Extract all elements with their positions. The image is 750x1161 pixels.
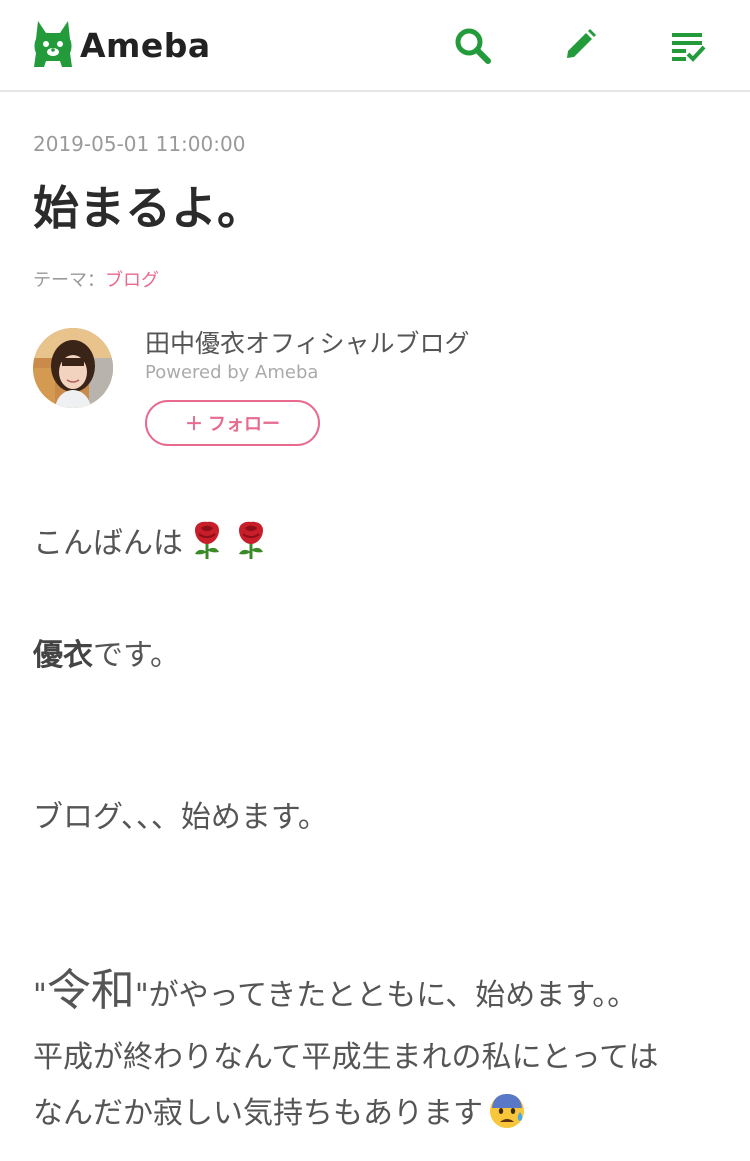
body-paragraph: ブログ、、、始めます。 [33,800,328,835]
greeting-text: こんばんは [33,526,183,561]
theme-link[interactable]: ブログ [105,270,159,291]
post-theme: テーマ：ブログ [33,266,159,292]
anxious-face-emoji-icon [490,1094,524,1128]
body-paragraph: " 令和 "がやってきたとともに、始めます。。 [33,954,637,1018]
pencil-icon [567,29,596,58]
ameba-logo[interactable]: Ameba [32,18,211,72]
body-text: "がやってきたとともに、始めます。。 [134,978,638,1013]
quote-mark: " [33,978,47,1013]
write-post-button[interactable] [555,22,603,70]
post-title: 始まるよ。 [33,181,263,235]
blog-name[interactable]: 田中優衣オフィシャルブログ [145,324,470,360]
rose-emoji-icon [195,521,219,559]
follow-button[interactable]: ＋ フォロー [145,400,320,446]
ameba-mascot-icon [34,21,72,67]
body-paragraph: 優衣です。 [33,630,180,674]
search-icon [455,28,491,64]
large-text-reiwa: 令和 [46,965,135,1016]
body-paragraph: こんばんは [33,518,271,562]
body-paragraph: なんだか寂しい気持ちもあります [33,1088,527,1132]
search-button[interactable] [449,22,497,70]
logo-text: Ameba [80,25,211,65]
checklist-icon [672,33,706,62]
body-text: です。 [93,638,180,673]
bold-name: 優衣 [33,638,93,673]
author-avatar[interactable] [33,328,113,408]
app-header: Ameba [0,0,750,92]
reading-list-button[interactable] [664,22,712,70]
post-date: 2019-05-01 11:00:00 [33,132,246,156]
body-text: なんだか寂しい気持ちもあります [33,1096,483,1131]
body-paragraph: 平成が終わりなんて平成生まれの私にとっては [33,1040,659,1075]
theme-label: テーマ： [33,270,105,291]
avatar-photo [33,328,113,408]
author-block: 田中優衣オフィシャルブログ Powered by Ameba ＋ フォロー [33,328,723,458]
powered-by: Powered by Ameba [145,362,319,383]
rose-emoji-icon [239,521,263,559]
